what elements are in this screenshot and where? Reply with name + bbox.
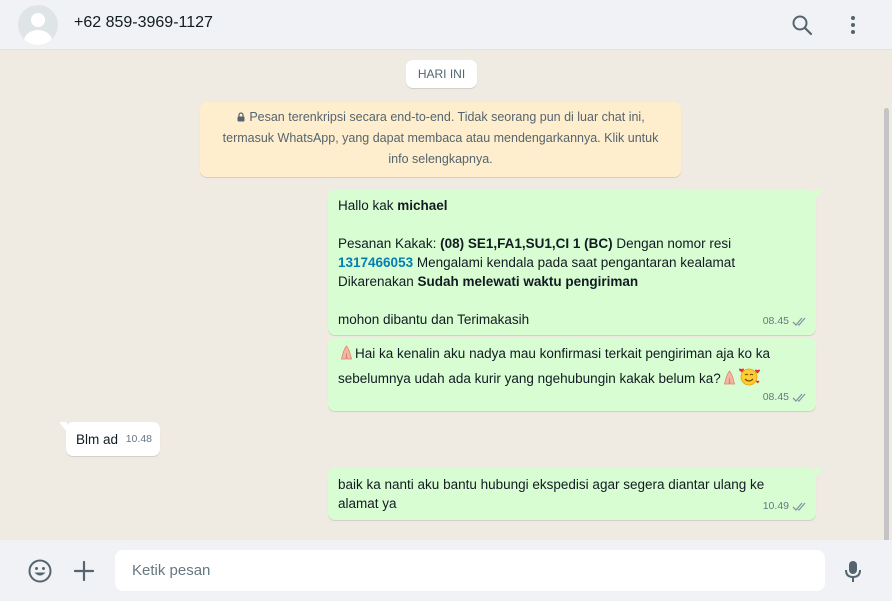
message-input[interactable] <box>115 550 825 591</box>
message-meta: 08.45 <box>763 312 808 331</box>
search-icon[interactable] <box>790 13 814 37</box>
message-time: 08.45 <box>762 315 789 327</box>
bubble-tail <box>59 422 67 432</box>
message-bold-text: Sudah melewati waktu pengiriman <box>417 274 639 289</box>
message-paragraph: Hai ka kenalin aku nadya mau konfirmasi … <box>338 344 806 391</box>
folded-hands-emoji <box>338 344 355 366</box>
message-bubble[interactable]: Blm ad 10.48 <box>59 422 160 456</box>
encryption-notice-text: Pesan terenkripsi secara end-to-end. Tid… <box>222 110 659 166</box>
smiling-face-with-hearts-emoji <box>738 366 760 391</box>
message-text: Hai ka kenalin aku nadya mau konfirmasi … <box>338 346 770 386</box>
mic-icon[interactable] <box>840 558 866 584</box>
composer-bar <box>0 540 892 601</box>
double-tick-icon <box>792 317 806 326</box>
contact-avatar[interactable] <box>18 5 58 45</box>
message-paragraph: Pesanan Kakak: (08) SE1,FA1,SU1,CI 1 (BC… <box>338 234 806 291</box>
double-tick-icon <box>792 393 806 402</box>
message-time: 08.45 <box>762 391 789 403</box>
message-text: Hallo kak <box>338 198 398 213</box>
message-meta: 10.49 <box>763 497 808 516</box>
chat-header: +62 859-3969-1127 <box>0 0 892 50</box>
message-bubble[interactable]: baik ka nanti aku bantu hubungi ekspedis… <box>328 468 823 520</box>
chat-scrollbar[interactable] <box>884 108 889 540</box>
message-bubble[interactable]: Hai ka kenalin aku nadya mau konfirmasi … <box>328 338 816 411</box>
message-line: Hallo kak michael <box>338 196 806 215</box>
message-meta: 08.45 <box>763 388 808 407</box>
chat-area[interactable]: HARI INI Pesan terenkripsi secara end-to… <box>0 50 892 540</box>
avatar-head <box>31 13 45 27</box>
emoji-icon[interactable] <box>27 558 53 584</box>
bubble-tail <box>815 190 823 200</box>
message-time: 10.48 <box>125 433 152 445</box>
message-meta: 10.48 <box>126 430 152 449</box>
message-line: mohon dibantu dan Terimakasih <box>338 312 530 327</box>
message-time: 10.49 <box>762 500 789 512</box>
menu-icon[interactable] <box>841 13 865 37</box>
message-bold-text: (08) SE1,FA1,SU1,CI 1 (BC) <box>440 236 613 251</box>
contact-name[interactable]: +62 859-3969-1127 <box>74 14 213 32</box>
double-tick-icon <box>792 502 806 511</box>
plus-icon[interactable] <box>71 558 97 584</box>
lock-icon <box>237 112 245 122</box>
encryption-notice[interactable]: Pesan terenkripsi secara end-to-end. Tid… <box>200 102 681 177</box>
bubble-tail <box>815 468 823 478</box>
tracking-number-link[interactable]: 1317466053 <box>338 255 413 270</box>
message-text: Pesanan Kakak: <box>338 236 441 251</box>
message-paragraph: baik ka nanti aku bantu hubungi ekspedis… <box>338 477 765 511</box>
message-text: Blm ad <box>76 432 119 447</box>
avatar-body <box>24 30 52 45</box>
message-text: Dengan nomor resi <box>612 236 732 251</box>
date-chip: HARI INI <box>406 60 477 88</box>
message-bold-text: michael <box>397 198 448 213</box>
folded-hands-emoji <box>721 369 738 391</box>
message-bubble[interactable]: Hallo kak michael Pesanan Kakak: (08) SE… <box>328 190 823 335</box>
